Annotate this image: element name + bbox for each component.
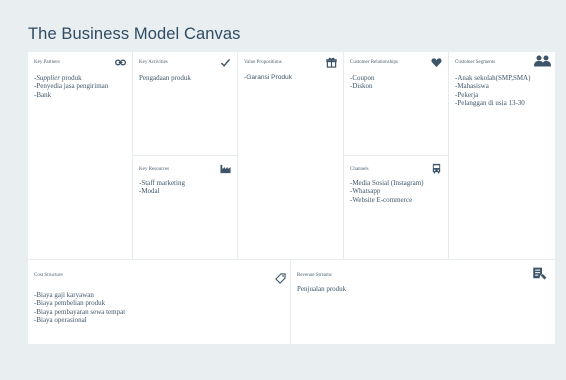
list-item: -Biaya gaji karyawan xyxy=(34,291,94,299)
check-icon xyxy=(219,56,231,68)
tag-icon xyxy=(274,272,286,284)
key-resources-list: -Staff marketing -Modal xyxy=(139,179,185,196)
heart-icon xyxy=(430,56,442,68)
revenue-streams-block[interactable]: Revenue Streams Penjualan produk xyxy=(291,260,555,344)
list-item: -Anak sekolah(SMP,SMA) xyxy=(455,74,531,82)
list-item: -Pekerja xyxy=(455,90,479,99)
list-item: -Media Sosial (Instagram) xyxy=(350,179,424,187)
value-propositions-list: -Garansi Produk xyxy=(244,74,292,82)
key-partners-list: -Supplier produk -Penyedia jasa pengirim… xyxy=(34,74,108,99)
key-activities-list: Pengadaan produk xyxy=(139,74,191,82)
key-partners-heading: Key Partners xyxy=(34,60,60,65)
key-activities-block[interactable]: Key Activities Pengadaan produk xyxy=(133,52,238,156)
customer-segments-list: -Anak sekolah(SMP,SMA) -Mahasiswa -Peker… xyxy=(455,74,530,107)
list-item: -Penyedia jasa pengiriman xyxy=(34,82,109,91)
list-item: -Bank xyxy=(34,90,52,99)
channels-heading: Channels xyxy=(350,167,369,172)
cost-structure-block[interactable]: Cost Structure -Biaya gaji karyawan -Bia… xyxy=(28,260,291,344)
list-item: -Whatsapp xyxy=(350,187,381,196)
factory-icon xyxy=(219,162,231,174)
revenue-streams-list: Penjualan produk xyxy=(297,285,346,293)
gift-icon xyxy=(325,56,337,68)
customer-relationships-block[interactable]: Customer Relationships -Coupon -Diskon xyxy=(344,52,449,156)
customer-relationships-heading: Customer Relationships xyxy=(350,60,398,65)
key-activities-heading: Key Activities xyxy=(139,60,168,65)
list-item: Pengadaan produk xyxy=(139,74,191,82)
customer-segments-block[interactable]: Customer Segments -Anak sekolah(SMP,SMA)… xyxy=(449,52,555,260)
customer-segments-heading: Customer Segments xyxy=(455,60,496,65)
cost-structure-list: -Biaya gaji karyawan -Biaya pembelian pr… xyxy=(34,291,125,324)
list-item: Penjualan produk xyxy=(297,285,347,293)
list-item: -Biaya operasional xyxy=(34,315,87,324)
bus-icon xyxy=(430,162,442,174)
list-item: -Biaya pembayaran sewa tempat xyxy=(34,307,126,316)
channels-block[interactable]: Channels -Media Sosial (Instagram) -What… xyxy=(344,156,449,260)
list-item: -Coupon xyxy=(350,74,375,82)
list-item: -Mahasiswa xyxy=(455,82,489,91)
revenue-streams-heading: Revenue Streams xyxy=(297,273,332,278)
list-item: -Supplier produk xyxy=(34,74,82,82)
canvas-board: Key Partners -Supplier produk -Penyedia … xyxy=(28,52,555,344)
list-item: -Modal xyxy=(139,187,160,196)
list-item: -Pelanggan di usia 13-30 xyxy=(455,98,525,107)
value-propositions-block[interactable]: Value Propositions -Garansi Produk xyxy=(238,52,344,260)
list-item: -Website E-commerce xyxy=(350,195,413,204)
cost-structure-heading: Cost Structure xyxy=(34,273,63,278)
customer-relationships-list: -Coupon -Diskon xyxy=(350,74,375,91)
value-propositions-heading: Value Propositions xyxy=(244,60,282,65)
list-item: -Diskon xyxy=(350,82,373,91)
list-item: -Biaya pembelian produk xyxy=(34,299,106,308)
revenue-icon xyxy=(531,266,547,282)
key-resources-block[interactable]: Key Resources -Staff marketing -Modal xyxy=(133,156,238,260)
list-item: -Staff marketing xyxy=(139,179,185,187)
list-item: -Garansi Produk xyxy=(244,74,293,81)
page-title: The Business Model Canvas xyxy=(28,25,241,43)
key-partners-block[interactable]: Key Partners -Supplier produk -Penyedia … xyxy=(28,52,133,260)
key-resources-heading: Key Resources xyxy=(139,167,170,172)
link-icon xyxy=(114,56,126,68)
channels-list: -Media Sosial (Instagram) -Whatsapp -Web… xyxy=(350,179,423,204)
users-icon xyxy=(533,55,551,67)
